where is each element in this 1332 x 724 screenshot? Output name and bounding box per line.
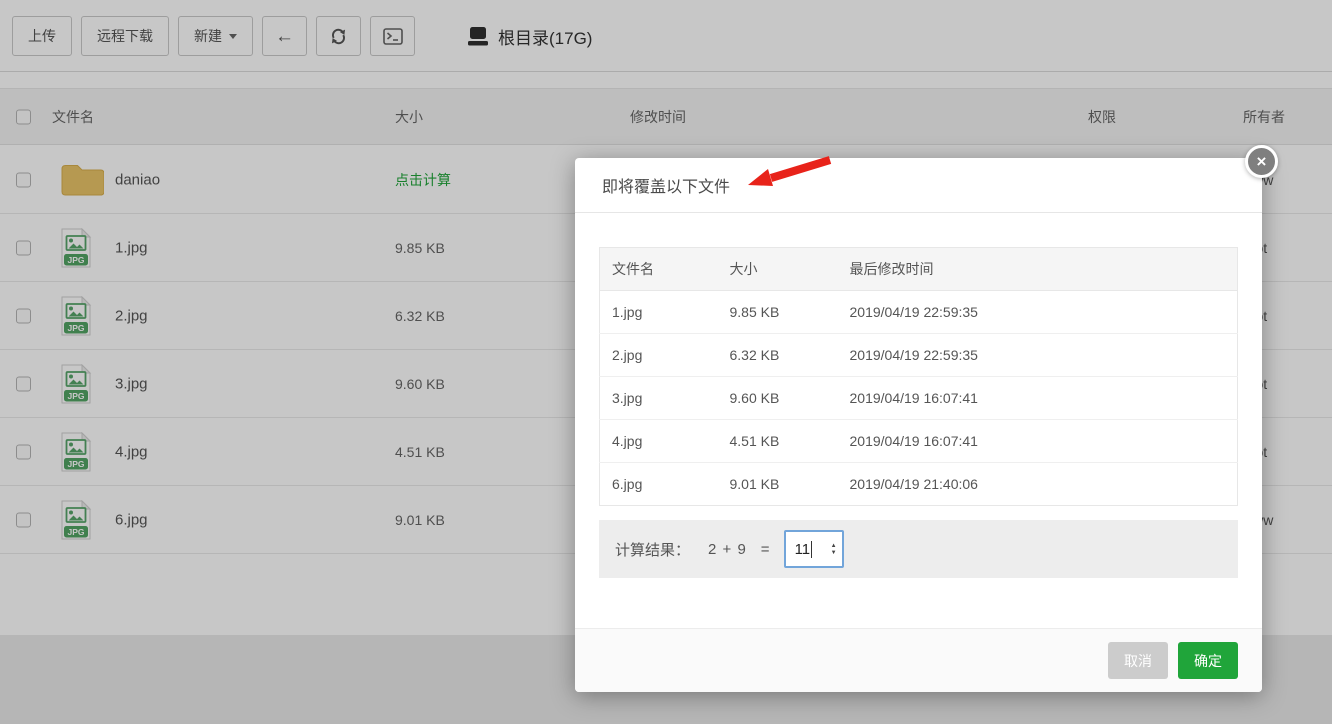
modal-header-mtime: 最后修改时间 [838,248,1238,291]
table-row: 4.jpg 4.51 KB 2019/04/19 16:07:41 [600,420,1238,463]
modal-cell-name: 3.jpg [600,377,718,420]
modal-body: 文件名 大小 最后修改时间 1.jpg 9.85 KB 2019/04/19 2… [575,213,1262,578]
number-spinner[interactable]: ▲ ▼ [831,532,837,566]
table-row: 2.jpg 6.32 KB 2019/04/19 22:59:35 [600,334,1238,377]
modal-cell-name: 1.jpg [600,291,718,334]
modal-cell-mtime: 2019/04/19 16:07:41 [838,377,1238,420]
text-caret [811,541,812,558]
calc-answer-value: 11 [795,541,811,558]
calc-result-label: 计算结果： [615,539,690,560]
modal-cell-size: 9.60 KB [718,377,838,420]
modal-cell-mtime: 2019/04/19 21:40:06 [838,463,1238,506]
table-row: 1.jpg 9.85 KB 2019/04/19 22:59:35 [600,291,1238,334]
modal-cell-name: 6.jpg [600,463,718,506]
spinner-up-icon[interactable]: ▲ [831,543,837,549]
close-icon[interactable]: × [1245,145,1278,178]
modal-header-filename: 文件名 [600,248,718,291]
table-row: 6.jpg 9.01 KB 2019/04/19 21:40:06 [600,463,1238,506]
captcha-calc-bar: 计算结果： 2 + 9 = 11 ▲ ▼ [599,520,1238,578]
table-row: 3.jpg 9.60 KB 2019/04/19 16:07:41 [600,377,1238,420]
modal-cell-mtime: 2019/04/19 16:07:41 [838,420,1238,463]
modal-title: 即将覆盖以下文件 [602,173,730,197]
modal-cell-mtime: 2019/04/19 22:59:35 [838,291,1238,334]
modal-cell-size: 6.32 KB [718,334,838,377]
calc-answer-input[interactable]: 11 ▲ ▼ [784,530,844,568]
cancel-button[interactable]: 取消 [1108,642,1168,679]
confirm-button[interactable]: 确定 [1178,642,1238,679]
modal-cell-mtime: 2019/04/19 22:59:35 [838,334,1238,377]
overwrite-file-table: 文件名 大小 最后修改时间 1.jpg 9.85 KB 2019/04/19 2… [599,247,1238,506]
modal-header: 即将覆盖以下文件 [575,158,1262,213]
calc-expression: 2 + 9 [708,541,747,558]
modal-cell-size: 9.85 KB [718,291,838,334]
modal-cell-size: 4.51 KB [718,420,838,463]
modal-cell-name: 4.jpg [600,420,718,463]
modal-cell-name: 2.jpg [600,334,718,377]
modal-footer: 取消 确定 [575,628,1262,692]
overwrite-confirm-modal: × 即将覆盖以下文件 文件名 大小 最后修改时间 1.jpg 9.85 KB 2… [575,158,1262,692]
modal-header-size: 大小 [718,248,838,291]
calc-equals-sign: = [761,541,770,558]
modal-cell-size: 9.01 KB [718,463,838,506]
red-arrow-annotation [723,152,843,194]
spinner-down-icon[interactable]: ▼ [831,550,837,556]
